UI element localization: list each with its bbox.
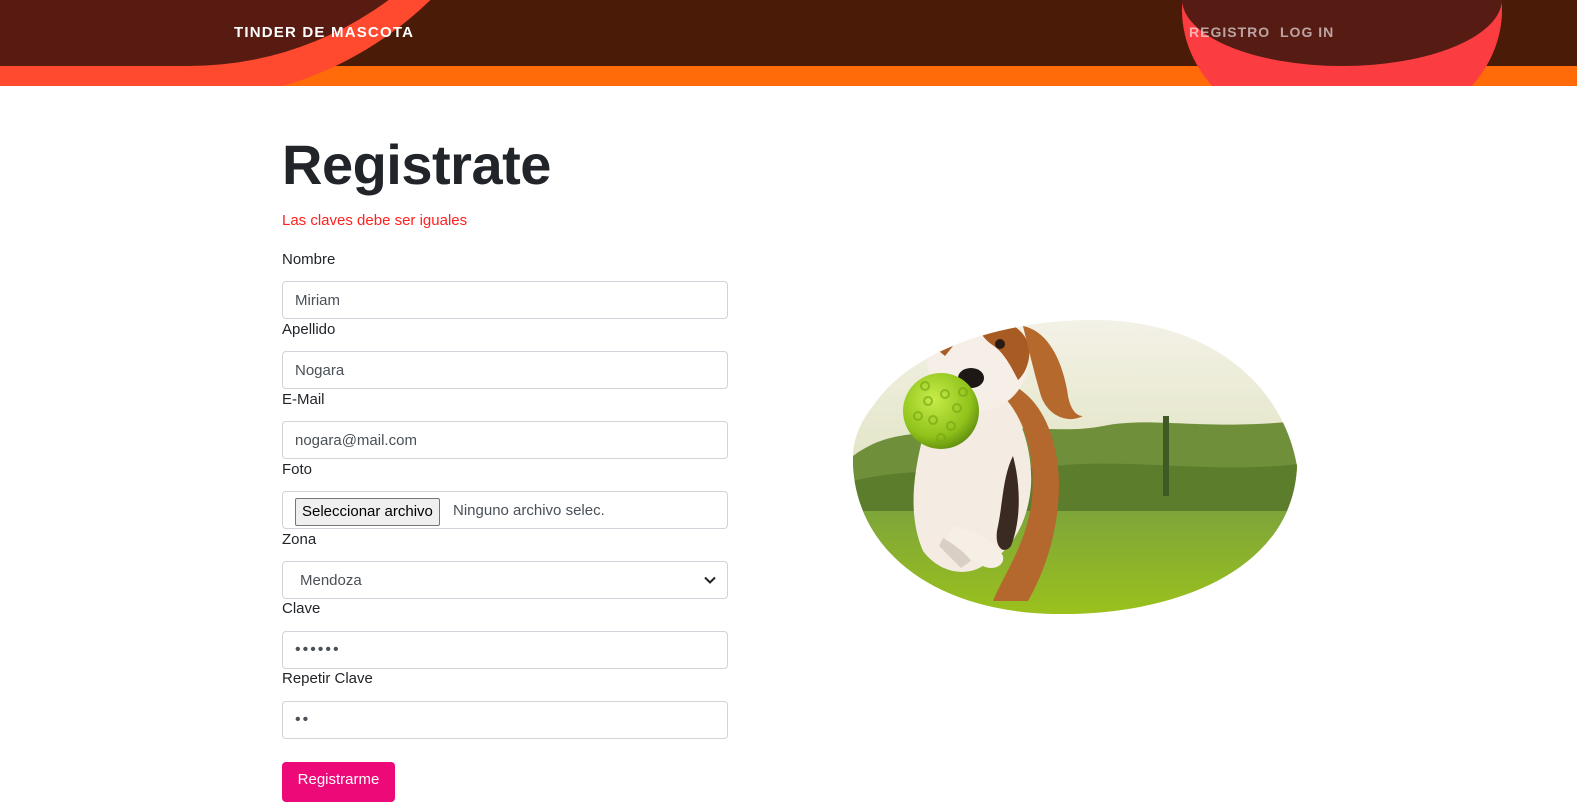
select-file-button[interactable]: Seleccionar archivo [295, 498, 440, 526]
clave-input[interactable] [282, 631, 728, 669]
nav-link-registro[interactable]: REGISTRO [1189, 24, 1270, 40]
nombre-label: Nombre [282, 251, 336, 268]
zona-label: Zona [282, 531, 317, 548]
apellido-label: Apellido [282, 321, 336, 338]
error-message: Las claves debe ser iguales [282, 212, 468, 229]
email-label: E-Mail [282, 391, 325, 408]
repetir-clave-input[interactable] [282, 701, 728, 739]
file-status-text: Ninguno archivo selec. [453, 502, 605, 519]
clave-label: Clave [282, 600, 321, 617]
chevron-down-icon [704, 576, 716, 584]
navbar: TINDER DE MASCOTA REGISTRO LOG IN [0, 0, 1577, 86]
email-input[interactable] [282, 421, 728, 459]
nombre-input[interactable] [282, 281, 728, 319]
apellido-input[interactable] [282, 351, 728, 389]
foto-label: Foto [282, 461, 313, 478]
brand-logo[interactable]: TINDER DE MASCOTA [234, 24, 414, 41]
foto-file-input[interactable]: Seleccionar archivo Ninguno archivo sele… [282, 491, 728, 529]
dog-photo [853, 319, 1297, 615]
repetir-clave-label: Repetir Clave [282, 670, 373, 687]
page-title: Registrate [282, 133, 551, 196]
register-button[interactable]: Registrarme [282, 762, 395, 802]
zona-selected-value: Mendoza [300, 572, 362, 589]
nav-link-login[interactable]: LOG IN [1280, 24, 1334, 40]
zona-select[interactable]: Mendoza [282, 561, 728, 599]
